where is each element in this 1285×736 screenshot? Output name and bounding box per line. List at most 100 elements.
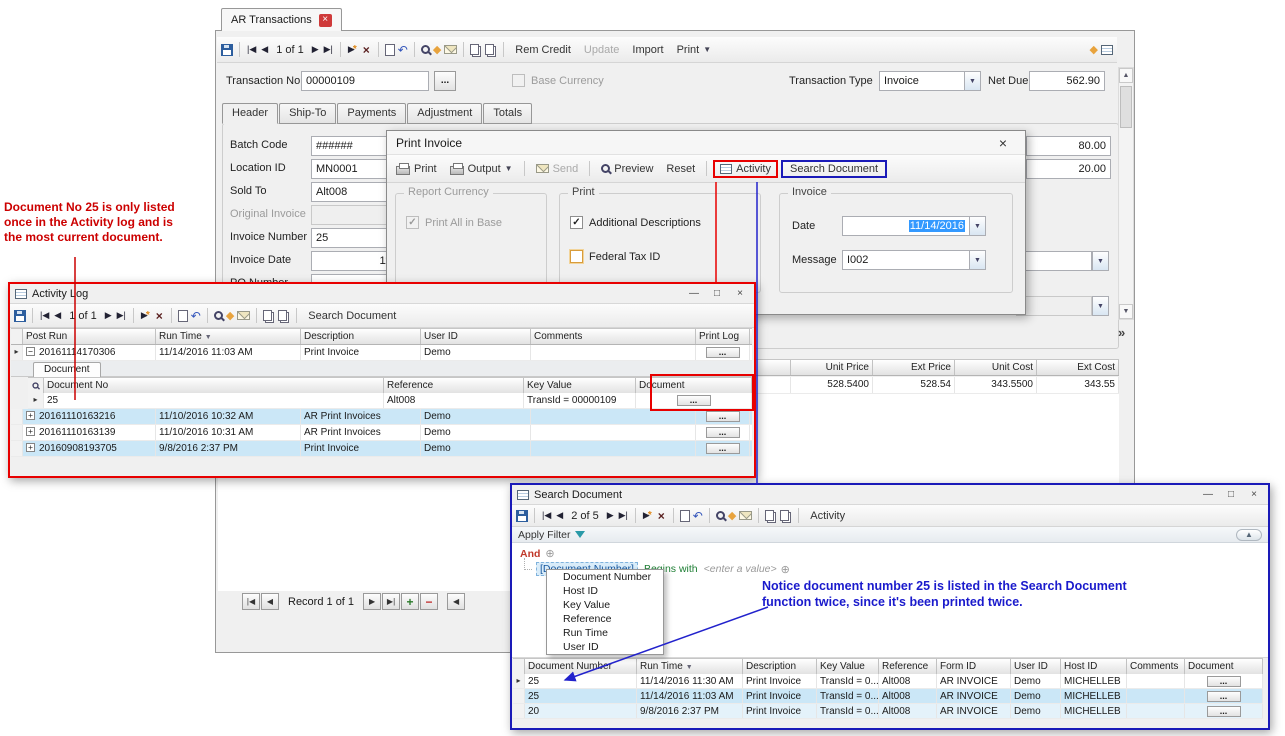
expand-icon[interactable]: + (26, 427, 35, 436)
search-row-2[interactable]: 25 11/14/2016 11:03 AM Print Invoice Tra… (513, 689, 1263, 704)
menu-item-document-number[interactable]: Document Number (547, 570, 663, 584)
menu-item-user-id[interactable]: User ID (547, 640, 663, 654)
first-record-icon[interactable]: |◀ (541, 509, 552, 522)
document-button[interactable]: ... (1207, 691, 1241, 702)
last-record-icon[interactable]: ▶| (323, 43, 334, 56)
menu-item-run-time[interactable]: Run Time (547, 626, 663, 640)
previous-record-icon[interactable]: ◀ (53, 309, 62, 322)
collapse-icon[interactable]: − (26, 347, 35, 356)
next-record-button[interactable]: ▶ (363, 593, 381, 610)
transaction-no-input[interactable]: 00000109 (301, 71, 429, 91)
filter-value[interactable]: <enter a value> (704, 563, 777, 575)
activity-row-3[interactable]: +20161110163139 11/10/2016 10:31 AM AR P… (11, 425, 752, 441)
print-button[interactable]: Print (391, 161, 442, 177)
save-icon[interactable] (516, 510, 528, 522)
last-record-button[interactable]: ▶| (382, 593, 400, 610)
activity-button[interactable]: Activity (713, 160, 778, 178)
tab-ship-to[interactable]: Ship-To (279, 103, 336, 124)
expand-icon[interactable]: + (26, 411, 35, 420)
col-header-unit-cost[interactable]: Unit Cost (955, 360, 1037, 375)
document-button[interactable]: ... (677, 395, 711, 406)
rem-credit-button[interactable]: Rem Credit (510, 42, 576, 58)
close-icon[interactable]: × (990, 135, 1016, 151)
process-icon[interactable]: ▶* (642, 509, 653, 522)
col-header-user-id[interactable]: User ID (421, 329, 531, 344)
col-header-run-time[interactable]: Run Time▼ (156, 329, 301, 344)
col-header-unit-price[interactable]: Unit Price (791, 360, 873, 375)
col-header-run-time[interactable]: Run Time▼ (637, 659, 743, 674)
message-combo[interactable]: I002 (842, 250, 970, 270)
col-header-ext-price[interactable]: Ext Price (873, 360, 955, 375)
link-icon[interactable]: ◆ (1090, 43, 1098, 56)
date-dropdown-icon[interactable]: ▼ (969, 216, 986, 236)
process-icon[interactable]: ▶* (140, 309, 151, 322)
preview-icon[interactable] (421, 45, 430, 54)
col-header-comments[interactable]: Comments (1127, 659, 1185, 674)
menu-item-reference[interactable]: Reference (547, 612, 663, 626)
federal-tax-id-checkbox[interactable] (570, 250, 583, 263)
copy-icon[interactable] (263, 310, 272, 321)
import-button[interactable]: Import (627, 42, 668, 58)
search-row-3[interactable]: 20 9/8/2016 2:37 PM Print Invoice TransI… (513, 704, 1263, 719)
activity-row-2[interactable]: +20161110163216 11/10/2016 10:32 AM AR P… (11, 409, 752, 425)
undo-icon[interactable]: ↶ (398, 43, 408, 57)
collapse-filter-icon[interactable]: ▲ (1236, 529, 1262, 541)
col-header-document[interactable]: Document (1185, 659, 1263, 674)
previous-record-icon[interactable]: ◀ (260, 43, 269, 56)
document-button[interactable]: ... (1207, 706, 1241, 717)
right-combo-dropdown-icon-2[interactable]: ▼ (1092, 296, 1109, 316)
diamond-icon[interactable]: ◆ (728, 509, 736, 522)
save-icon[interactable] (14, 310, 26, 322)
search-row-1[interactable]: ▸ 25 11/14/2016 11:30 AM Print Invoice T… (513, 674, 1263, 689)
col-header-host-id[interactable]: Host ID (1061, 659, 1127, 674)
last-record-icon[interactable]: ▶| (116, 309, 127, 322)
menu-item-key-value[interactable]: Key Value (547, 598, 663, 612)
save-icon[interactable] (221, 44, 233, 56)
preview-button[interactable]: Preview (596, 161, 658, 177)
search-document-button[interactable]: Search Document (781, 160, 887, 178)
new-document-icon[interactable] (178, 310, 188, 322)
document-row[interactable]: ▸ 25 Alt008 TransId = 00000109 ... (28, 393, 752, 409)
add-condition-icon[interactable]: ⊕ (781, 563, 790, 576)
print-all-in-base-checkbox[interactable] (406, 216, 419, 229)
col-header-document[interactable]: Document (636, 378, 752, 393)
print-log-button[interactable]: ... (706, 347, 740, 358)
diamond-icon[interactable]: ◆ (433, 43, 441, 56)
col-header-form-id[interactable]: Form ID (937, 659, 1011, 674)
mail-icon[interactable] (237, 311, 250, 320)
col-header-key-value[interactable]: Key Value (524, 378, 636, 393)
tab-totals[interactable]: Totals (483, 103, 532, 124)
undo-icon[interactable]: ↶ (693, 509, 703, 523)
mail-icon[interactable] (739, 511, 752, 520)
close-icon[interactable]: × (1245, 489, 1263, 500)
scrollbar-thumb[interactable] (1120, 86, 1132, 128)
minimize-icon[interactable]: — (685, 288, 703, 299)
new-document-icon[interactable] (680, 510, 690, 522)
process-icon[interactable]: ▶* (347, 43, 358, 56)
paste-icon[interactable] (780, 510, 789, 521)
expand-icon[interactable]: + (26, 443, 35, 452)
tab-header[interactable]: Header (222, 103, 278, 124)
col-header-reference[interactable]: Reference (384, 378, 524, 393)
first-record-icon[interactable]: |◀ (246, 43, 257, 56)
send-button[interactable]: Send (531, 161, 584, 177)
hscroll-left-button[interactable]: ◀ (447, 593, 465, 610)
close-icon[interactable]: × (731, 288, 749, 299)
tab-ar-transactions[interactable]: AR Transactions × (221, 8, 342, 31)
menu-item-host-id[interactable]: Host ID (547, 584, 663, 598)
preview-icon[interactable] (716, 511, 725, 520)
preview-icon[interactable] (214, 311, 223, 320)
update-button[interactable]: Update (579, 42, 624, 58)
delete-icon[interactable]: × (154, 309, 165, 323)
base-currency-checkbox[interactable] (512, 74, 525, 87)
new-document-icon[interactable] (385, 44, 395, 56)
invoice-date-input[interactable]: 11/14/2016 (842, 216, 970, 236)
search-document-button[interactable]: Search Document (303, 308, 401, 324)
next-record-icon[interactable]: ▶ (311, 43, 320, 56)
next-record-icon[interactable]: ▶ (104, 309, 113, 322)
col-header-document-no[interactable]: Document No (44, 378, 384, 393)
add-condition-icon[interactable]: ⊕ (545, 547, 554, 560)
print-log-button[interactable]: ... (706, 411, 740, 422)
maximize-icon[interactable]: □ (708, 288, 726, 299)
output-button[interactable]: Output▼ (445, 161, 518, 177)
